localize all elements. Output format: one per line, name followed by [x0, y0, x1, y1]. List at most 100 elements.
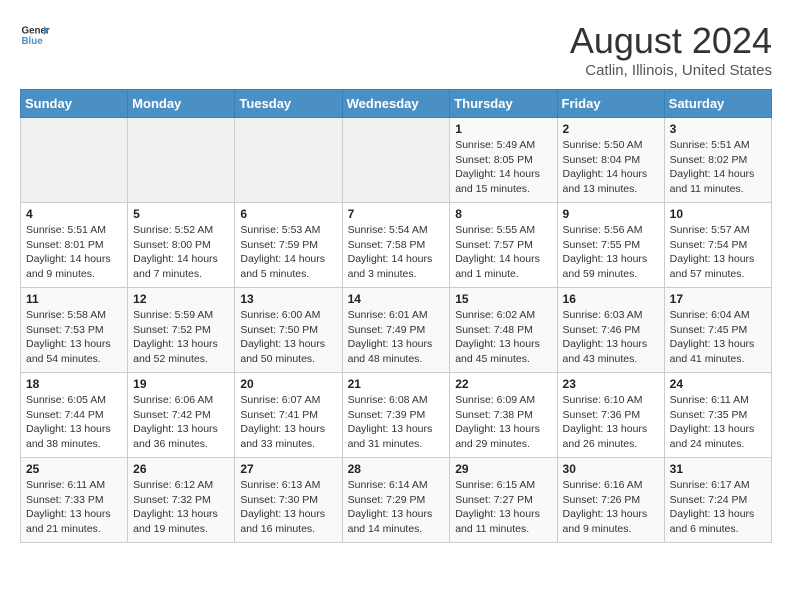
day-info: Sunrise: 5:54 AM Sunset: 7:58 PM Dayligh…	[348, 223, 445, 282]
calendar-cell: 27 Sunrise: 6:13 AM Sunset: 7:30 PM Dayli…	[235, 458, 342, 543]
day-info: Sunrise: 5:59 AM Sunset: 7:52 PM Dayligh…	[133, 308, 229, 367]
day-number: 22	[455, 377, 551, 391]
calendar-cell: 14 Sunrise: 6:01 AM Sunset: 7:49 PM Dayli…	[342, 288, 450, 373]
calendar-cell: 30 Sunrise: 6:16 AM Sunset: 7:26 PM Dayli…	[557, 458, 664, 543]
week-row-2: 4 Sunrise: 5:51 AM Sunset: 8:01 PM Daylig…	[21, 203, 772, 288]
title-block: August 2024 Catlin, Illinois, United Sta…	[570, 20, 772, 79]
calendar-cell: 17Sunrise: 6:04 AM Sunset: 7:45 PM Dayli…	[664, 288, 771, 373]
col-wednesday: Wednesday	[342, 90, 450, 118]
day-number: 25	[26, 462, 122, 476]
calendar-table: Sunday Monday Tuesday Wednesday Thursday…	[20, 89, 772, 543]
day-number: 14	[348, 292, 445, 306]
day-info: Sunrise: 6:12 AM Sunset: 7:32 PM Dayligh…	[133, 478, 229, 537]
day-info: Sunrise: 5:58 AM Sunset: 7:53 PM Dayligh…	[26, 308, 122, 367]
day-number: 10	[670, 207, 766, 221]
calendar-header-row: Sunday Monday Tuesday Wednesday Thursday…	[21, 90, 772, 118]
day-info: Sunrise: 6:01 AM Sunset: 7:49 PM Dayligh…	[348, 308, 445, 367]
day-info: Sunrise: 6:05 AM Sunset: 7:44 PM Dayligh…	[26, 393, 122, 452]
calendar-cell: 3Sunrise: 5:51 AM Sunset: 8:02 PM Daylig…	[664, 118, 771, 203]
calendar-cell: 23Sunrise: 6:10 AM Sunset: 7:36 PM Dayli…	[557, 373, 664, 458]
day-number: 26	[133, 462, 229, 476]
calendar-cell: 2Sunrise: 5:50 AM Sunset: 8:04 PM Daylig…	[557, 118, 664, 203]
day-number: 30	[563, 462, 659, 476]
day-number: 9	[563, 207, 659, 221]
calendar-cell: 6 Sunrise: 5:53 AM Sunset: 7:59 PM Daylig…	[235, 203, 342, 288]
day-info: Sunrise: 5:56 AM Sunset: 7:55 PM Dayligh…	[563, 223, 659, 282]
calendar-cell	[128, 118, 235, 203]
day-info: Sunrise: 5:51 AM Sunset: 8:01 PM Dayligh…	[26, 223, 122, 282]
day-number: 3	[670, 122, 766, 136]
day-number: 8	[455, 207, 551, 221]
calendar-cell: 4 Sunrise: 5:51 AM Sunset: 8:01 PM Daylig…	[21, 203, 128, 288]
day-number: 16	[563, 292, 659, 306]
calendar-cell: 29 Sunrise: 6:15 AM Sunset: 7:27 PM Dayli…	[450, 458, 557, 543]
calendar-cell: 20Sunrise: 6:07 AM Sunset: 7:41 PM Dayli…	[235, 373, 342, 458]
day-info: Sunrise: 5:53 AM Sunset: 7:59 PM Dayligh…	[240, 223, 336, 282]
week-row-3: 11 Sunrise: 5:58 AM Sunset: 7:53 PM Dayli…	[21, 288, 772, 373]
calendar-cell: 9 Sunrise: 5:56 AM Sunset: 7:55 PM Daylig…	[557, 203, 664, 288]
day-number: 12	[133, 292, 229, 306]
day-number: 7	[348, 207, 445, 221]
day-number: 24	[670, 377, 766, 391]
day-number: 4	[26, 207, 122, 221]
day-info: Sunrise: 5:57 AM Sunset: 7:54 PM Dayligh…	[670, 223, 766, 282]
week-row-4: 18 Sunrise: 6:05 AM Sunset: 7:44 PM Dayli…	[21, 373, 772, 458]
day-number: 28	[348, 462, 445, 476]
day-info: Sunrise: 5:49 AM Sunset: 8:05 PM Dayligh…	[455, 138, 551, 197]
logo: General Blue	[20, 20, 50, 50]
day-number: 21	[348, 377, 445, 391]
day-number: 29	[455, 462, 551, 476]
day-number: 15	[455, 292, 551, 306]
col-tuesday: Tuesday	[235, 90, 342, 118]
day-info: Sunrise: 6:11 AM Sunset: 7:33 PM Dayligh…	[26, 478, 122, 537]
day-number: 27	[240, 462, 336, 476]
day-info: Sunrise: 6:13 AM Sunset: 7:30 PM Dayligh…	[240, 478, 336, 537]
page-header: General Blue August 2024 Catlin, Illinoi…	[20, 20, 772, 79]
calendar-cell: 22 Sunrise: 6:09 AM Sunset: 7:38 PM Dayli…	[450, 373, 557, 458]
day-number: 23	[563, 377, 659, 391]
day-number: 11	[26, 292, 122, 306]
calendar-cell	[342, 118, 450, 203]
day-info: Sunrise: 6:09 AM Sunset: 7:38 PM Dayligh…	[455, 393, 551, 452]
calendar-cell: 8 Sunrise: 5:55 AM Sunset: 7:57 PM Daylig…	[450, 203, 557, 288]
day-info: Sunrise: 6:17 AM Sunset: 7:24 PM Dayligh…	[670, 478, 766, 537]
calendar-cell: 16 Sunrise: 6:03 AM Sunset: 7:46 PM Dayli…	[557, 288, 664, 373]
calendar-cell: 26 Sunrise: 6:12 AM Sunset: 7:32 PM Dayli…	[128, 458, 235, 543]
calendar-cell: 5 Sunrise: 5:52 AM Sunset: 8:00 PM Daylig…	[128, 203, 235, 288]
day-number: 6	[240, 207, 336, 221]
calendar-cell: 13 Sunrise: 6:00 AM Sunset: 7:50 PM Dayli…	[235, 288, 342, 373]
location: Catlin, Illinois, United States	[570, 62, 772, 79]
day-info: Sunrise: 6:04 AM Sunset: 7:45 PM Dayligh…	[670, 308, 766, 367]
svg-text:Blue: Blue	[22, 36, 44, 47]
calendar-cell: 28 Sunrise: 6:14 AM Sunset: 7:29 PM Dayli…	[342, 458, 450, 543]
calendar-cell	[21, 118, 128, 203]
day-info: Sunrise: 6:15 AM Sunset: 7:27 PM Dayligh…	[455, 478, 551, 537]
day-number: 20	[240, 377, 336, 391]
day-info: Sunrise: 6:16 AM Sunset: 7:26 PM Dayligh…	[563, 478, 659, 537]
day-number: 13	[240, 292, 336, 306]
day-info: Sunrise: 6:14 AM Sunset: 7:29 PM Dayligh…	[348, 478, 445, 537]
calendar-cell: 12 Sunrise: 5:59 AM Sunset: 7:52 PM Dayli…	[128, 288, 235, 373]
calendar-cell: 15 Sunrise: 6:02 AM Sunset: 7:48 PM Dayli…	[450, 288, 557, 373]
day-info: Sunrise: 5:55 AM Sunset: 7:57 PM Dayligh…	[455, 223, 551, 282]
day-info: Sunrise: 6:06 AM Sunset: 7:42 PM Dayligh…	[133, 393, 229, 452]
day-info: Sunrise: 6:08 AM Sunset: 7:39 PM Dayligh…	[348, 393, 445, 452]
day-info: Sunrise: 6:11 AM Sunset: 7:35 PM Dayligh…	[670, 393, 766, 452]
col-sunday: Sunday	[21, 90, 128, 118]
week-row-1: 1Sunrise: 5:49 AM Sunset: 8:05 PM Daylig…	[21, 118, 772, 203]
day-number: 2	[563, 122, 659, 136]
day-number: 19	[133, 377, 229, 391]
week-row-5: 25 Sunrise: 6:11 AM Sunset: 7:33 PM Dayli…	[21, 458, 772, 543]
day-info: Sunrise: 6:00 AM Sunset: 7:50 PM Dayligh…	[240, 308, 336, 367]
calendar-cell: 24 Sunrise: 6:11 AM Sunset: 7:35 PM Dayli…	[664, 373, 771, 458]
calendar-cell: 18 Sunrise: 6:05 AM Sunset: 7:44 PM Dayli…	[21, 373, 128, 458]
calendar-cell: 7 Sunrise: 5:54 AM Sunset: 7:58 PM Daylig…	[342, 203, 450, 288]
day-info: Sunrise: 6:03 AM Sunset: 7:46 PM Dayligh…	[563, 308, 659, 367]
calendar-cell: 11 Sunrise: 5:58 AM Sunset: 7:53 PM Dayli…	[21, 288, 128, 373]
col-monday: Monday	[128, 90, 235, 118]
day-number: 5	[133, 207, 229, 221]
day-info: Sunrise: 5:52 AM Sunset: 8:00 PM Dayligh…	[133, 223, 229, 282]
day-info: Sunrise: 6:02 AM Sunset: 7:48 PM Dayligh…	[455, 308, 551, 367]
day-number: 18	[26, 377, 122, 391]
calendar-cell: 1Sunrise: 5:49 AM Sunset: 8:05 PM Daylig…	[450, 118, 557, 203]
